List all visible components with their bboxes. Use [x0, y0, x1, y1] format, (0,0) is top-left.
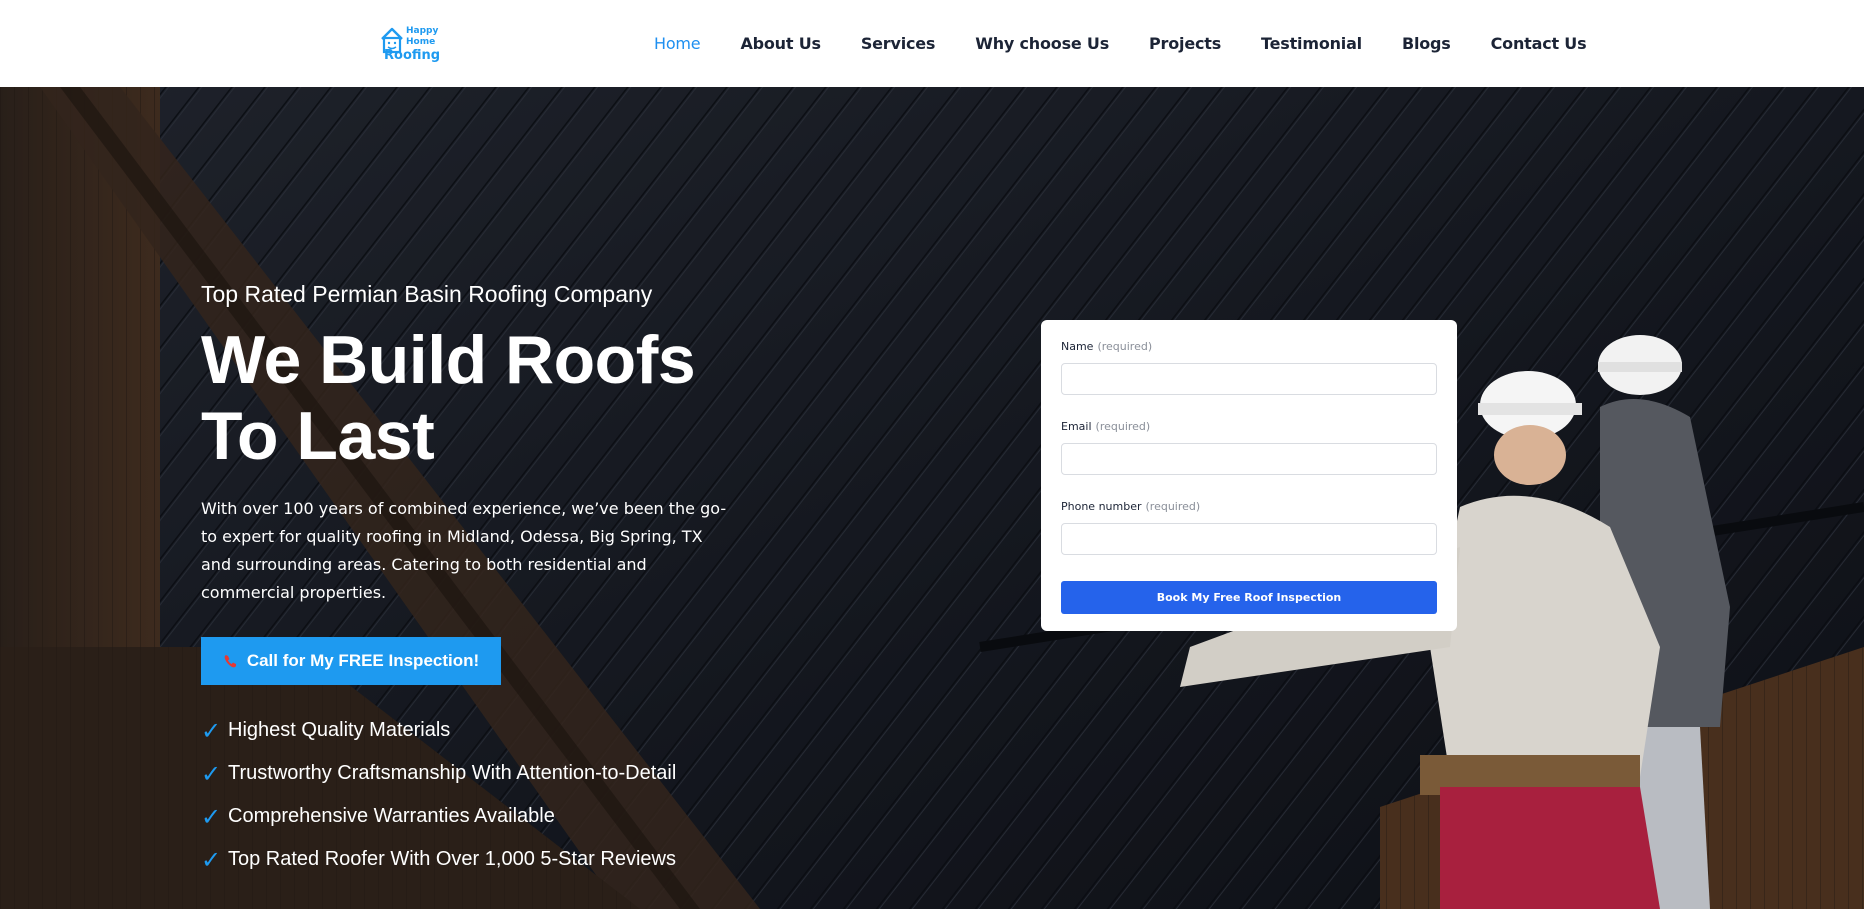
call-free-inspection-button[interactable]: Call for My FREE Inspection!	[201, 637, 501, 685]
checklist-item: ✓ Top Rated Roofer With Over 1,000 5-Star…	[201, 845, 676, 874]
checkmark-icon: ✓	[201, 716, 222, 745]
hero-eyebrow: Top Rated Permian Basin Roofing Company	[201, 281, 653, 307]
main-nav: Home About Us Services Why choose Us Pro…	[654, 0, 1587, 87]
nav-home[interactable]: Home	[654, 34, 701, 53]
hero-headline: We Build Roofs To Last	[201, 322, 801, 474]
nav-testimonial[interactable]: Testimonial	[1261, 34, 1362, 53]
name-label: Name	[1061, 340, 1094, 353]
checkmark-icon: ✓	[201, 845, 222, 874]
phone-label: Phone number	[1061, 500, 1142, 513]
phone-field-group: Phone number (required)	[1061, 500, 1437, 580]
logo[interactable]: Happy Home Roofing	[380, 17, 444, 67]
checklist-item: ✓ Comprehensive Warranties Available	[201, 802, 555, 831]
nav-blogs[interactable]: Blogs	[1402, 34, 1451, 53]
headline-line-2: To Last	[201, 398, 435, 474]
phone-icon	[224, 655, 236, 668]
checkmark-icon: ✓	[201, 759, 222, 788]
email-label: Email	[1061, 420, 1092, 433]
feature-checklist: ✓ Highest Quality Materials ✓ Trustworthy …	[201, 709, 676, 881]
required-hint: (required)	[1095, 420, 1151, 433]
logo-text-home: Home	[406, 36, 436, 47]
headline-line-1: We Build Roofs	[201, 322, 696, 398]
hero-description: With over 100 years of combined experien…	[201, 499, 727, 602]
phone-input[interactable]	[1061, 523, 1437, 555]
name-input[interactable]	[1061, 363, 1437, 395]
checkmark-icon: ✓	[201, 802, 222, 831]
site-header: Happy Home Roofing Home About Us Service…	[0, 0, 1864, 87]
logo-text-happy: Happy	[406, 25, 439, 36]
email-field-group: Email (required)	[1061, 420, 1437, 500]
email-input[interactable]	[1061, 443, 1437, 475]
cta-label: Call for My FREE Inspection!	[246, 651, 480, 670]
nav-about-us[interactable]: About Us	[740, 34, 821, 53]
checklist-item: ✓ Trustworthy Craftsmanship With Attentio…	[201, 759, 677, 788]
hero-section: Top Rated Permian Basin Roofing Company …	[0, 87, 1864, 909]
nav-services[interactable]: Services	[861, 34, 936, 53]
logo-text-roofing: Roofing	[384, 47, 441, 63]
nav-contact-us[interactable]: Contact Us	[1491, 34, 1587, 53]
checklist-item: ✓ Highest Quality Materials	[201, 716, 451, 745]
inspection-form: Name (required) Email (required) Phone num…	[1041, 320, 1457, 631]
nav-projects[interactable]: Projects	[1149, 34, 1221, 53]
required-hint: (required)	[1145, 500, 1201, 513]
book-inspection-button[interactable]: Book My Free Roof Inspection	[1061, 581, 1437, 614]
name-field-group: Name (required)	[1061, 340, 1437, 420]
nav-why-choose-us[interactable]: Why choose Us	[975, 34, 1109, 53]
required-hint: (required)	[1097, 340, 1153, 353]
